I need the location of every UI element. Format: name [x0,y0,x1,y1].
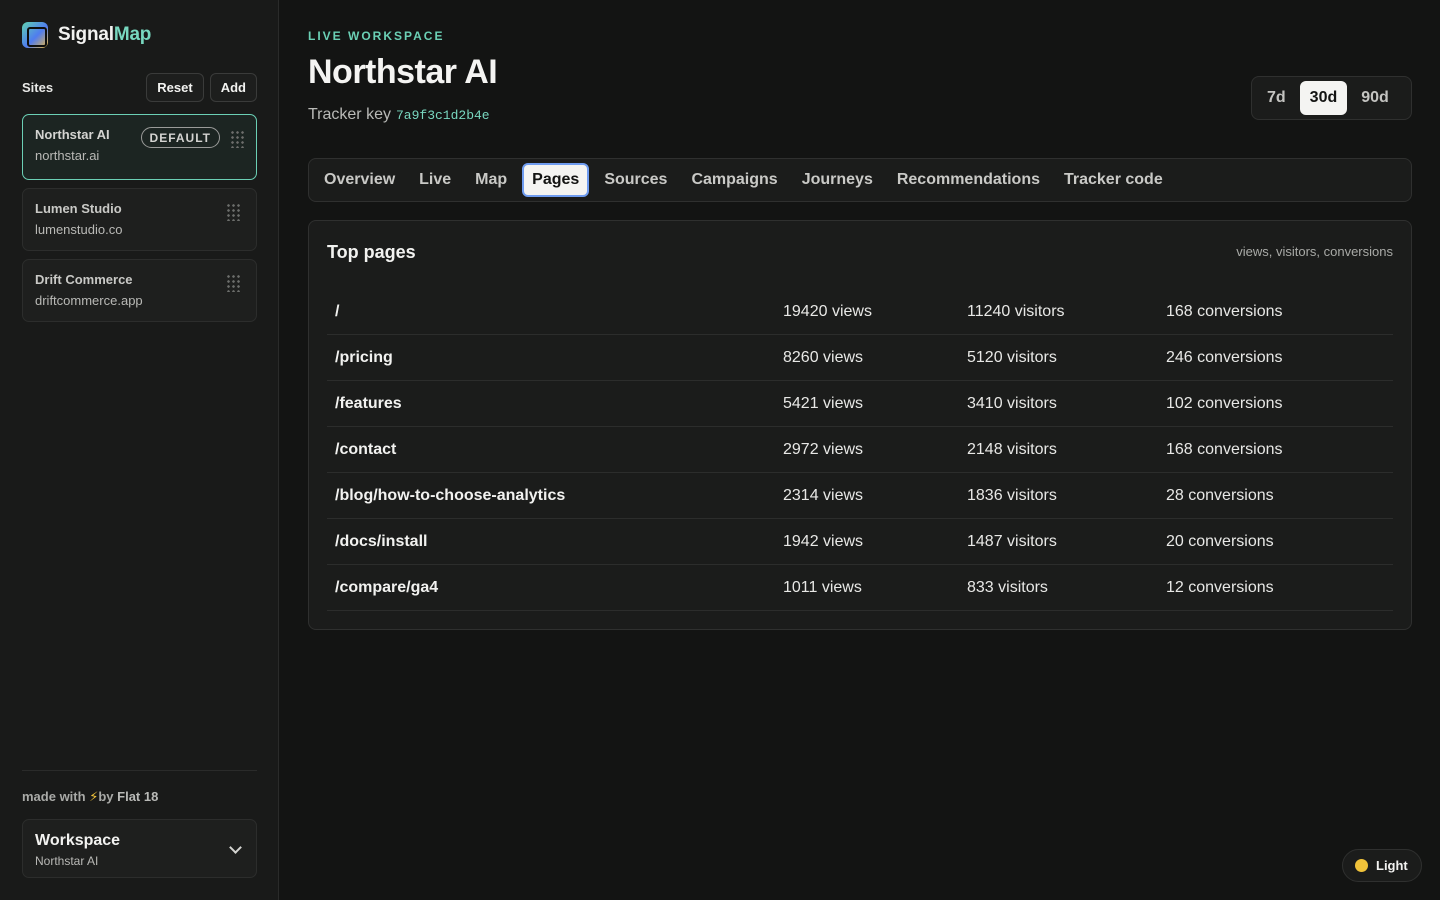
panel-meta: views, visitors, conversions [1236,244,1393,259]
site-name: Lumen Studio [35,201,122,216]
page-visitors: 3410 visitors [967,395,1057,412]
page-path: /blog/how-to-choose-analytics [335,487,566,504]
sidebar: SignalMap Sites Reset Add Northstar AI n… [0,0,279,900]
theme-toggle-button[interactable]: Light [1342,849,1422,882]
page-visitors: 833 visitors [967,579,1048,596]
page-views: 8260 views [783,349,864,366]
tab-overview[interactable]: Overview [315,163,404,197]
top-pages-list: / 19420 views 11240 visitors 168 convers… [327,289,1393,611]
range-30d-button[interactable]: 30d [1299,81,1348,115]
workspace-eyebrow: LIVE WORKSPACE [308,29,445,43]
made-with-credit[interactable]: made with ⚡by Flat 18 [22,789,158,805]
sites-header: Sites Reset Add [22,73,257,102]
page-views: 19420 views [783,303,872,320]
table-row[interactable]: /pricing 8260 views 5120 visitors 246 co… [327,335,1393,381]
site-card-lumen[interactable]: Lumen Studio lumenstudio.co [22,188,257,251]
tab-pages[interactable]: Pages [522,163,590,197]
page-title: Northstar AI [308,53,498,91]
page-views: 1942 views [783,533,864,550]
page-views: 2972 views [783,441,864,458]
range-7d-button[interactable]: 7d [1257,81,1296,115]
drag-handle-icon[interactable] [226,274,240,292]
page-path: / [335,303,340,320]
site-card-northstar[interactable]: Northstar AI northstar.ai DEFAULT [22,114,257,180]
site-name: Drift Commerce [35,272,133,287]
page-visitors: 5120 visitors [967,349,1057,366]
site-domain: driftcommerce.app [35,293,143,308]
tab-map[interactable]: Map [466,163,516,197]
tab-journeys[interactable]: Journeys [793,163,882,197]
page-views: 2314 views [783,487,864,504]
page-path: /compare/ga4 [335,579,439,596]
page-visitors: 2148 visitors [967,441,1057,458]
table-row[interactable]: /blog/how-to-choose-analytics 2314 views… [327,473,1393,519]
page-conversions: 12 conversions [1166,579,1274,596]
add-site-button[interactable]: Add [209,73,257,102]
tab-recommendations[interactable]: Recommendations [888,163,1049,197]
site-card-drift[interactable]: Drift Commerce driftcommerce.app [22,259,257,322]
page-conversions: 168 conversions [1166,303,1283,320]
made-with-by: by [98,789,114,804]
brand-name-part1: Signal [58,24,114,45]
top-pages-panel: Top pages views, visitors, conversions /… [308,220,1412,630]
tab-tracker-code[interactable]: Tracker code [1055,163,1172,197]
workspace-subtitle: Northstar AI [35,854,99,868]
panel-title: Top pages [327,242,416,262]
signalmap-logo-icon [22,22,48,48]
date-range-selector: 7d 30d 90d [1251,76,1412,120]
sites-title: Sites [22,80,54,95]
page-path: /features [335,395,402,412]
page-path: /contact [335,441,397,458]
table-row[interactable]: /features 5421 views 3410 visitors 102 c… [327,381,1393,427]
drag-handle-icon[interactable] [230,130,244,148]
lightning-icon: ⚡ [89,789,99,804]
site-domain: northstar.ai [35,148,100,163]
theme-toggle-label: Light [1376,858,1408,873]
default-badge: DEFAULT [140,127,220,148]
page-conversions: 246 conversions [1166,349,1283,366]
table-row[interactable]: /compare/ga4 1011 views 833 visitors 12 … [327,565,1393,611]
tab-campaigns[interactable]: Campaigns [682,163,786,197]
page-path: /pricing [335,349,393,366]
table-row[interactable]: /contact 2972 views 2148 visitors 168 co… [327,427,1393,473]
sidebar-divider [22,770,257,771]
page-conversions: 102 conversions [1166,395,1283,412]
workspace-selector[interactable]: Workspace Northstar AI [22,819,257,878]
page-views: 5421 views [783,395,864,412]
made-with-author: Flat 18 [117,789,159,804]
tracker-key-row: Tracker key 7a9f3c1d2b4e [308,106,490,124]
reset-button[interactable]: Reset [146,73,204,102]
page-visitors: 1487 visitors [967,533,1057,550]
page-views: 1011 views [783,579,862,596]
sites-actions: Reset Add [146,73,257,102]
page-visitors: 1836 visitors [967,487,1057,504]
page-conversions: 20 conversions [1166,533,1274,550]
made-with-prefix: made with [22,789,86,804]
page-visitors: 11240 visitors [967,303,1065,320]
brand-name-part2: Map [113,24,152,45]
site-domain: lumenstudio.co [35,222,123,237]
workspace-title: Workspace [35,832,121,849]
range-90d-button[interactable]: 90d [1351,81,1399,115]
tab-sources[interactable]: Sources [595,163,676,197]
brand-name: SignalMap [58,24,151,46]
sun-icon [1355,859,1368,872]
tab-bar: Overview Live Map Pages Sources Campaign… [308,158,1412,202]
table-row[interactable]: / 19420 views 11240 visitors 168 convers… [327,289,1393,335]
tab-live[interactable]: Live [410,163,460,197]
brand[interactable]: SignalMap [22,22,151,48]
table-row[interactable]: /docs/install 1942 views 1487 visitors 2… [327,519,1393,565]
page-path: /docs/install [335,533,428,550]
drag-handle-icon[interactable] [226,203,240,221]
page-conversions: 28 conversions [1166,487,1274,504]
tracker-key-label: Tracker key [308,106,391,123]
page-conversions: 168 conversions [1166,441,1283,458]
tracker-key-value[interactable]: 7a9f3c1d2b4e [396,108,490,123]
